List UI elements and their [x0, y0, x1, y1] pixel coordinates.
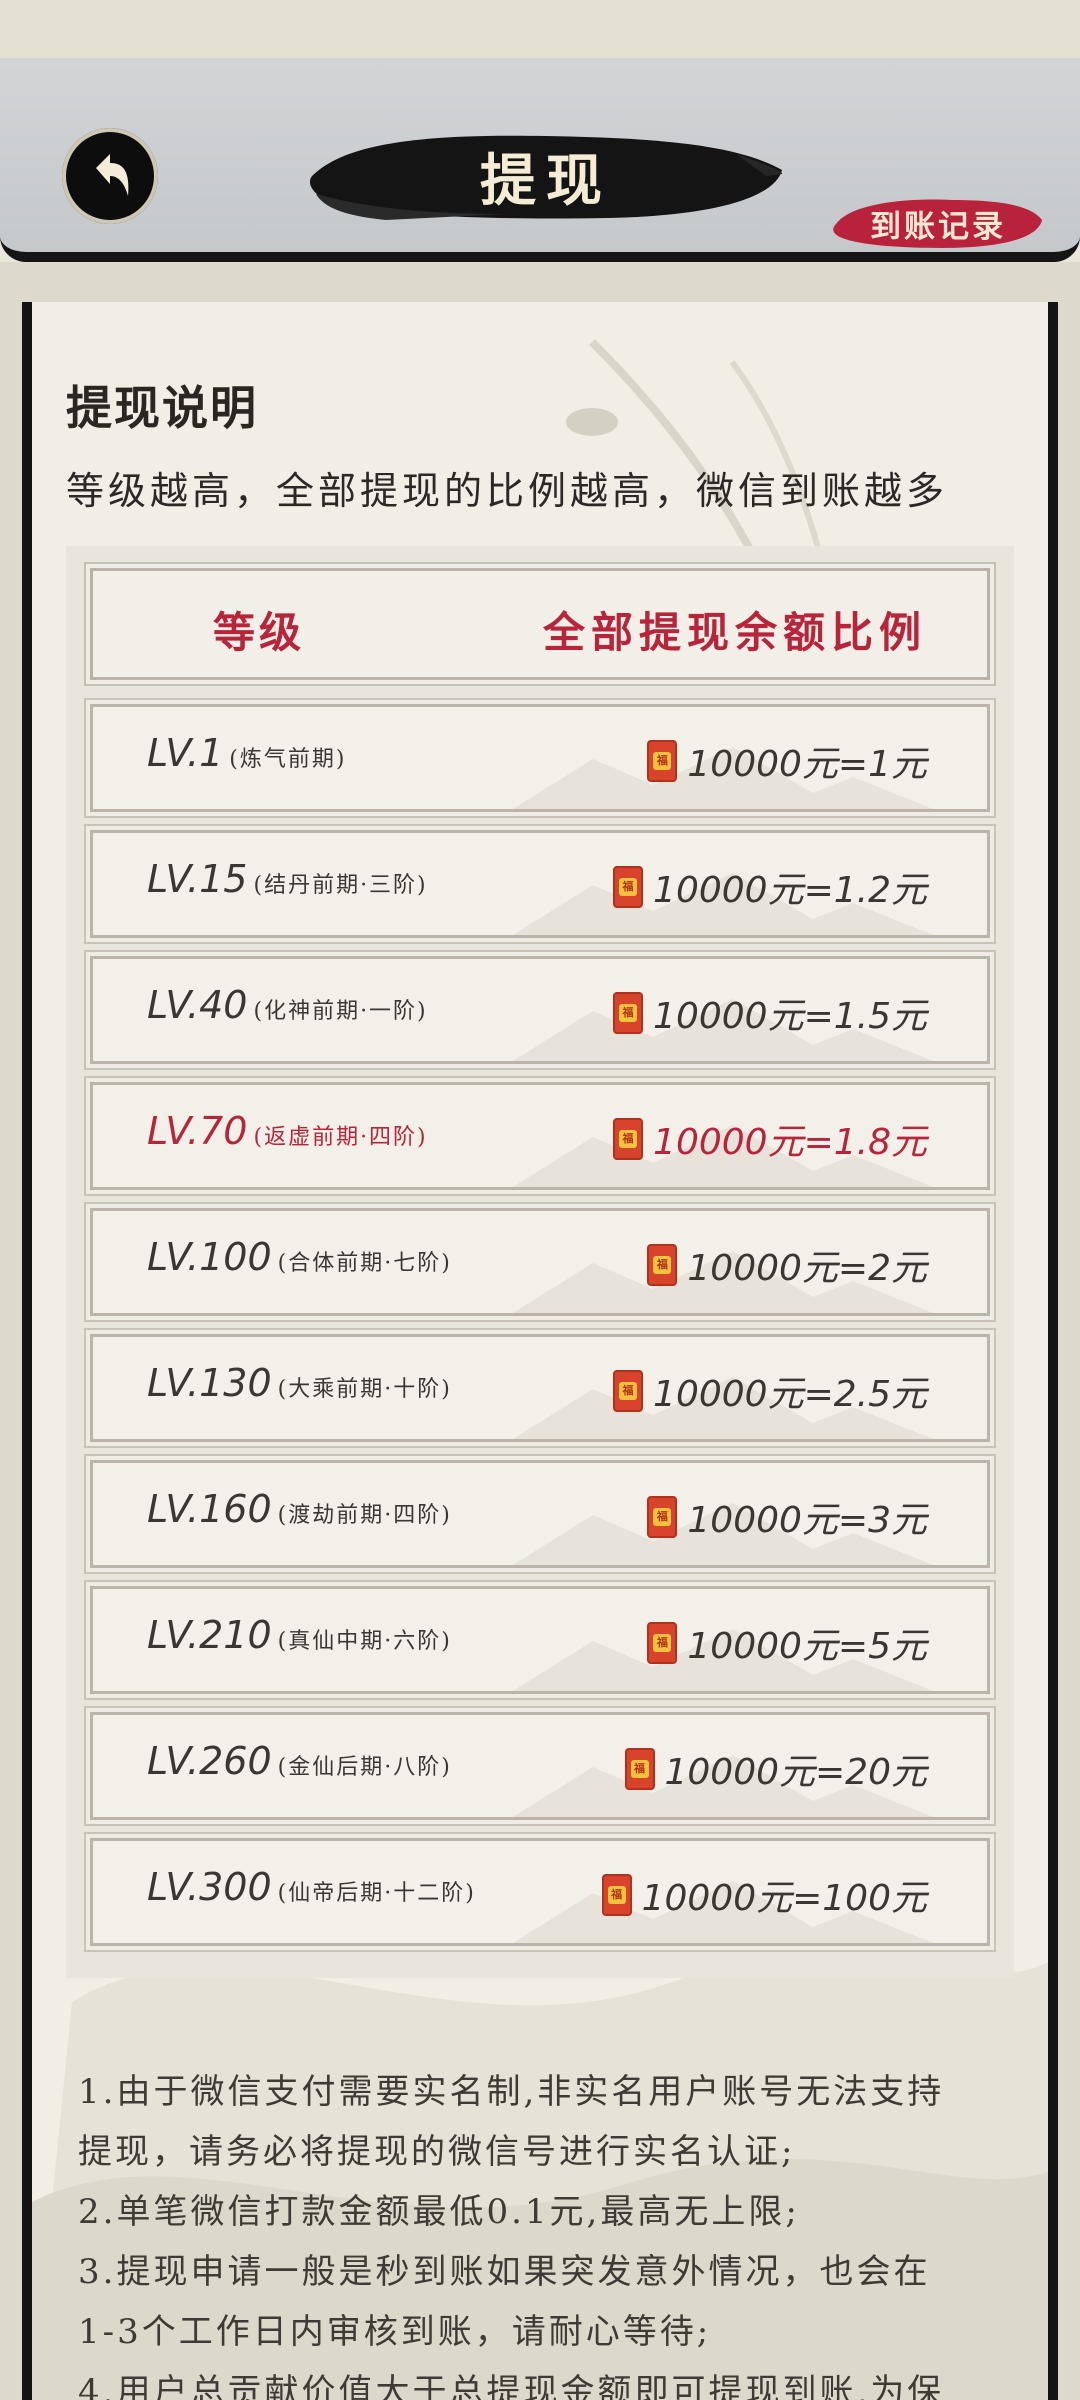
level-text: LV.160 (渡劫前期·四阶)	[147, 1487, 452, 1531]
ratio-cell: 福 10000元=5元	[647, 1617, 927, 1669]
level-text: LV.210 (真仙中期·六阶)	[147, 1613, 452, 1657]
ratio-cell: 福 10000元=2.5元	[613, 1365, 927, 1417]
red-packet-icon: 福	[613, 1118, 644, 1160]
note-line: 4.用户总贡献价值大于总提现金额即可提现到账,为保	[78, 2372, 945, 2400]
ratio-text: 10000元=2元	[687, 1248, 927, 1289]
table-row: LV.260 (金仙后期·八阶) 福 10000元=20元	[90, 1712, 990, 1820]
ratio-text: 10000元=1.8元	[653, 1122, 927, 1163]
note-line: 提现，请务必将提现的微信号进行实名认证;	[78, 2132, 796, 2172]
table-header: 等级 全部提现余额比例	[90, 568, 990, 680]
red-packet-icon: 福	[613, 992, 644, 1034]
section-subtitle: 等级越高，全部提现的比例越高，微信到账越多	[66, 469, 949, 513]
section-title: 提现说明	[66, 381, 258, 435]
title-banner: 提现	[306, 124, 786, 228]
note-line: 1-3个工作日内审核到账，请耐心等待;	[78, 2312, 712, 2352]
back-arrow-icon	[96, 154, 129, 196]
header: 提现 到账记录	[0, 58, 1080, 262]
red-packet-icon: 福	[647, 1622, 678, 1664]
table-row: LV.130 (大乘前期·十阶) 福 10000元=2.5元	[90, 1334, 990, 1442]
ratio-cell: 福 10000元=100元	[601, 1869, 927, 1921]
ratio-cell: 福 10000元=1.5元	[613, 987, 927, 1039]
status-bar	[0, 0, 1080, 58]
ratio-text: 10000元=1元	[687, 744, 927, 785]
level-text: LV.1 (炼气前期)	[147, 731, 347, 775]
note-line: 2.单笔微信打款金额最低0.1元,最高无上限;	[78, 2192, 800, 2232]
red-packet-icon: 福	[613, 866, 644, 908]
ratio-cell: 福 10000元=2元	[647, 1239, 927, 1291]
realm-text: (仙帝后期·十二阶)	[277, 1881, 476, 1906]
level-text: LV.15 (结丹前期·三阶)	[147, 857, 428, 901]
table-row-current: LV.70 (返虚前期·四阶) 福 10000元=1.8元	[90, 1082, 990, 1190]
records-button[interactable]: 到账记录	[832, 194, 1044, 252]
realm-text: (合体前期·七阶)	[277, 1251, 452, 1276]
realm-text: (渡劫前期·四阶)	[277, 1503, 452, 1528]
table-row: LV.160 (渡劫前期·四阶) 福 10000元=3元	[90, 1460, 990, 1568]
level-ratio-table: 等级 全部提现余额比例 LV.1 (炼气前期) 福 10000元=1元 LV.15(…	[66, 546, 1014, 1978]
header-level: 等级	[213, 608, 306, 657]
realm-text: (金仙后期·八阶)	[277, 1755, 452, 1780]
red-packet-icon: 福	[624, 1748, 655, 1790]
red-packet-icon: 福	[613, 1370, 644, 1412]
level-text: LV.260 (金仙后期·八阶)	[147, 1739, 452, 1783]
ratio-cell: 福 10000元=1元	[647, 735, 927, 787]
table-row: LV.100 (合体前期·七阶) 福 10000元=2元	[90, 1208, 990, 1316]
red-packet-icon: 福	[601, 1874, 632, 1916]
level-text: LV.130 (大乘前期·十阶)	[147, 1361, 452, 1405]
ratio-text: 10000元=3元	[687, 1500, 927, 1541]
level-text: LV.70 (返虚前期·四阶)	[147, 1109, 428, 1153]
page-title: 提现	[480, 147, 612, 214]
table-row: LV.40 (化神前期·一阶) 福 10000元=1.5元	[90, 956, 990, 1064]
red-packet-icon: 福	[647, 1244, 678, 1286]
red-packet-icon: 福	[647, 740, 678, 782]
ratio-text: 10000元=20元	[664, 1752, 928, 1793]
realm-text: (真仙中期·六阶)	[277, 1629, 452, 1654]
ratio-text: 10000元=1.5元	[653, 996, 927, 1037]
table-row: LV.1 (炼气前期) 福 10000元=1元	[90, 704, 990, 812]
realm-text: (化神前期·一阶)	[253, 999, 428, 1024]
records-label: 到账记录	[870, 208, 1006, 245]
header-ratio: 全部提现余额比例	[543, 608, 928, 657]
ratio-cell: 福 10000元=20元	[624, 1743, 928, 1795]
ratio-text: 10000元=5元	[687, 1626, 927, 1667]
table-row: LV.15 (结丹前期·三阶) 福 10000元=1.2元	[90, 830, 990, 938]
red-packet-icon: 福	[647, 1496, 678, 1538]
ratio-text: 10000元=100元	[641, 1878, 927, 1919]
withdraw-notes: 1.由于微信支付需要实名制,非实名用户账号无法支持 提现，请务必将提现的微信号进…	[78, 2062, 1038, 2400]
withdraw-panel: 提现说明 等级越高，全部提现的比例越高，微信到账越多 等级 全部提现余额比例 L…	[22, 302, 1058, 2400]
note-line: 3.提现申请一般是秒到账如果突发意外情况，也会在	[78, 2252, 931, 2292]
ratio-text: 10000元=2.5元	[653, 1374, 927, 1415]
realm-text: (返虚前期·四阶)	[253, 1125, 428, 1150]
realm-text: (结丹前期·三阶)	[253, 873, 428, 898]
ratio-cell: 福 10000元=1.2元	[613, 861, 927, 913]
level-text: LV.40 (化神前期·一阶)	[147, 983, 428, 1027]
level-text: LV.100 (合体前期·七阶)	[147, 1235, 452, 1279]
realm-text: (大乘前期·十阶)	[277, 1377, 452, 1402]
ratio-cell: 福 10000元=1.8元	[613, 1113, 927, 1165]
level-text: LV.300 (仙帝后期·十二阶)	[147, 1865, 476, 1909]
note-line: 1.由于微信支付需要实名制,非实名用户账号无法支持	[78, 2072, 945, 2112]
table-row: LV.300 (仙帝后期·十二阶) 福 10000元=100元	[90, 1838, 990, 1946]
ratio-cell: 福 10000元=3元	[647, 1491, 927, 1543]
back-button[interactable]	[62, 128, 158, 224]
ratio-text: 10000元=1.2元	[653, 870, 927, 911]
realm-text: (炼气前期)	[229, 747, 347, 772]
table-row: LV.210 (真仙中期·六阶) 福 10000元=5元	[90, 1586, 990, 1694]
